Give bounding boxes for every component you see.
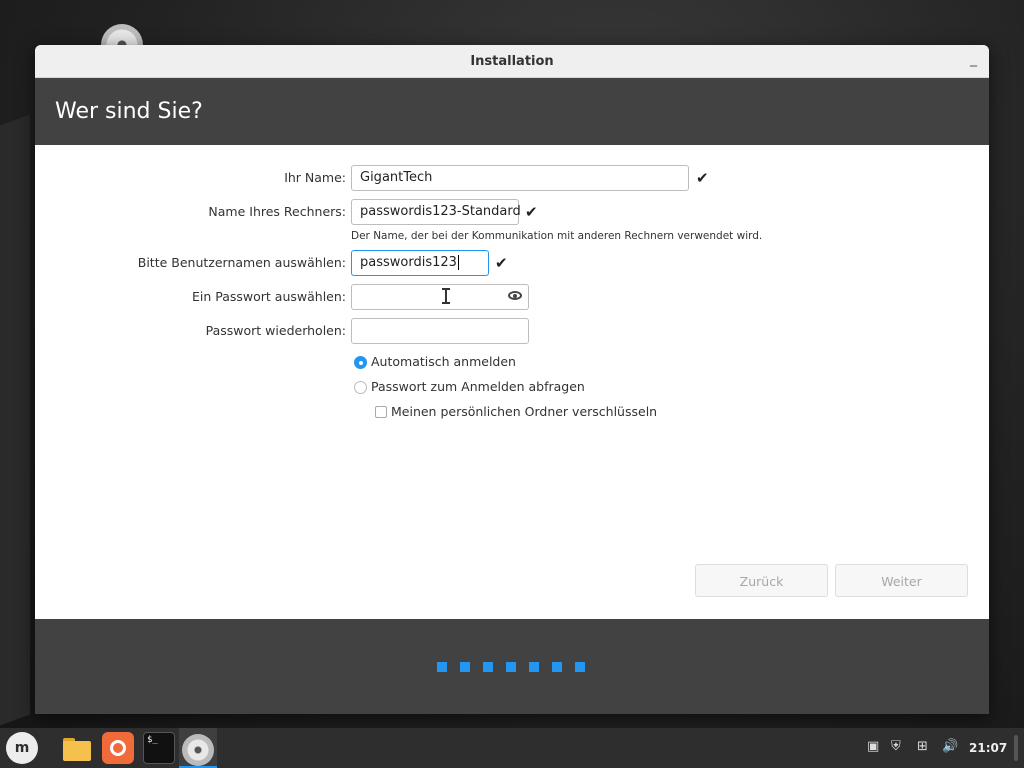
ask-password-label[interactable]: Passwort zum Anmelden abfragen: [371, 379, 585, 394]
next-button[interactable]: Weiter: [835, 564, 968, 597]
terminal-prompt: $_: [147, 735, 158, 745]
name-field[interactable]: GigantTech: [351, 165, 689, 191]
encrypt-home-checkbox[interactable]: [375, 406, 387, 418]
username-field[interactable]: passwordis123: [351, 250, 489, 276]
step-dot: [552, 662, 562, 672]
encrypt-home-label[interactable]: Meinen persönlichen Ordner verschlüsseln: [391, 404, 657, 419]
background-decoration: [0, 114, 30, 726]
clipboard-icon[interactable]: ▣: [867, 739, 879, 754]
firefox-ring: [110, 740, 126, 756]
window-titlebar[interactable]: Installation _: [35, 45, 989, 78]
step-dot: [506, 662, 516, 672]
page-header: Wer sind Sie?: [35, 78, 989, 145]
auto-login-label[interactable]: Automatisch anmelden: [371, 354, 516, 369]
step-dot: [529, 662, 539, 672]
name-valid-check-icon: ✔: [696, 169, 709, 187]
password-repeat-field[interactable]: [351, 318, 529, 344]
step-indicator: [437, 662, 585, 672]
terminal-icon[interactable]: $_: [143, 732, 175, 764]
computer-name-value: passwordis123-Standard: [360, 204, 521, 219]
password-label: Ein Passwort auswählen:: [191, 289, 346, 304]
username-value: passwordis123: [360, 255, 457, 270]
step-dot: [575, 662, 585, 672]
show-password-eye-icon[interactable]: [508, 291, 522, 300]
mint-menu-icon[interactable]: m: [6, 732, 38, 764]
panel-grip[interactable]: [1014, 735, 1018, 761]
minimize-button[interactable]: _: [970, 51, 977, 67]
name-label: Ihr Name:: [284, 170, 346, 185]
back-button[interactable]: Zurück: [695, 564, 828, 597]
form-area: Ihr Name: GigantTech ✔ Name Ihres Rechne…: [35, 145, 989, 619]
files-icon[interactable]: [61, 732, 93, 764]
password-repeat-label: Passwort wiederholen:: [205, 323, 346, 338]
computer-name-hint: Der Name, der bei der Kommunikation mit …: [351, 230, 763, 242]
firefox-icon[interactable]: [102, 732, 134, 764]
clock[interactable]: 21:07: [969, 741, 1007, 755]
name-value: GigantTech: [360, 170, 433, 185]
text-caret: [457, 255, 459, 270]
computer-name-label: Name Ihres Rechners:: [208, 204, 346, 219]
step-dot: [483, 662, 493, 672]
installer-disc-icon[interactable]: [182, 734, 214, 766]
step-dot: [437, 662, 447, 672]
password-field[interactable]: [351, 284, 529, 310]
computer-name-field[interactable]: passwordis123-Standard: [351, 199, 521, 225]
username-valid-check-icon: ✔: [495, 254, 508, 272]
network-icon[interactable]: ⊞: [917, 739, 928, 754]
step-dot: [460, 662, 470, 672]
auto-login-radio[interactable]: [354, 356, 367, 369]
volume-icon[interactable]: 🔊: [942, 739, 958, 754]
ask-password-radio[interactable]: [354, 381, 367, 394]
window-title: Installation: [470, 53, 554, 69]
mint-menu-glyph: m: [14, 740, 30, 756]
mouse-ibeam-cursor: [442, 288, 450, 304]
installer-window: Installation _ Wer sind Sie? Ihr Name: G…: [35, 45, 989, 714]
progress-footer: [35, 619, 989, 714]
username-label: Bitte Benutzernamen auswählen:: [137, 255, 346, 270]
computer-name-valid-check-icon: ✔: [525, 203, 538, 221]
page-title: Wer sind Sie?: [55, 99, 203, 124]
shield-icon[interactable]: ⛨: [891, 739, 901, 754]
